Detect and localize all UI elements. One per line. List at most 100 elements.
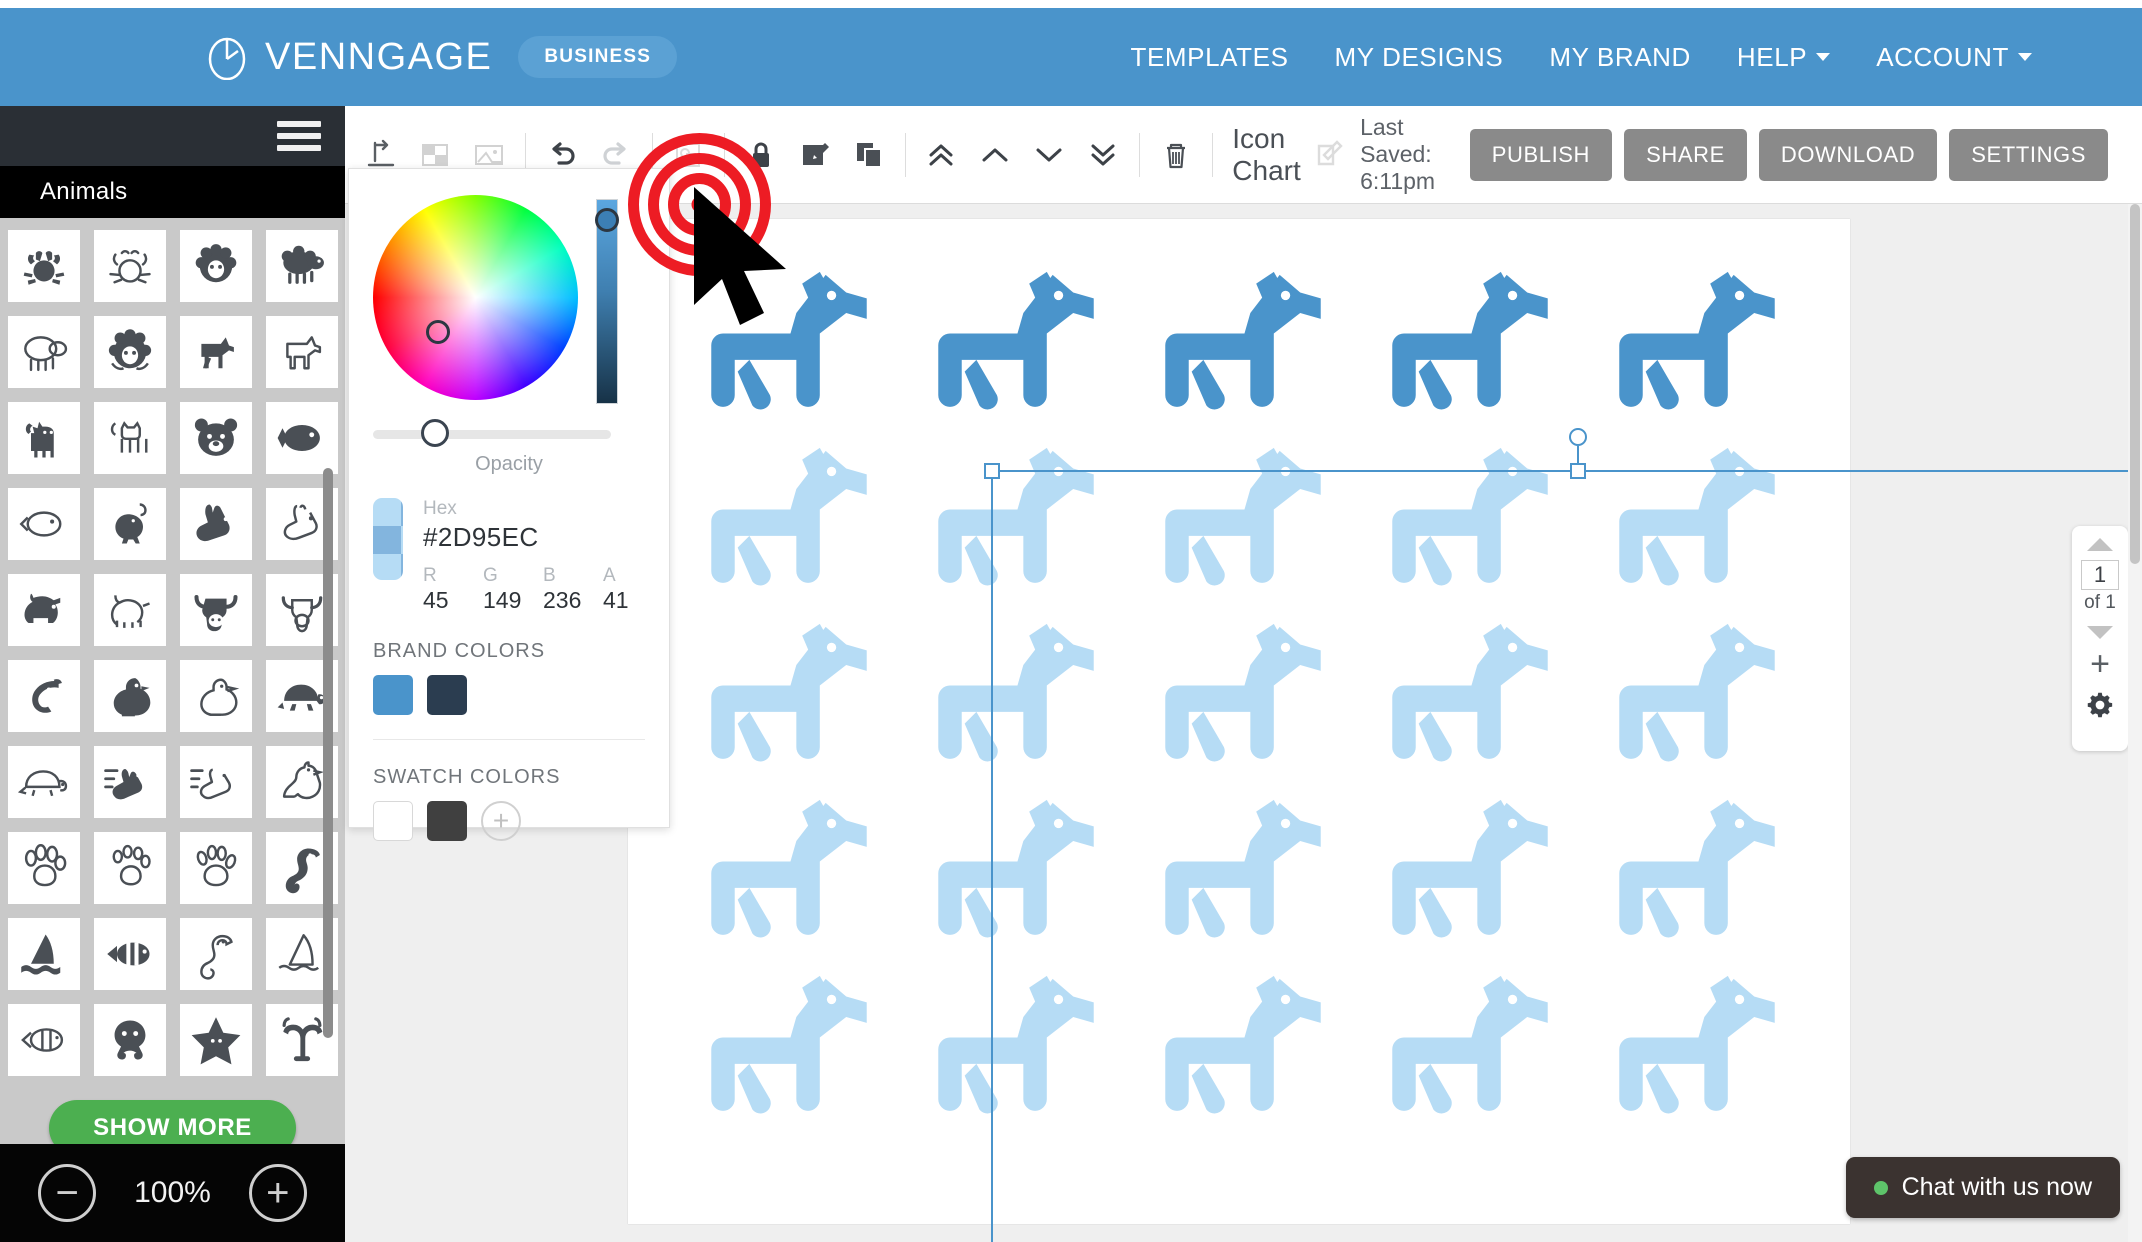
color-values-row: Hex #2D95EC R G B A 45 149 236 41 — [373, 498, 645, 614]
hex-value[interactable]: #2D95EC — [423, 522, 645, 553]
channel-value-a[interactable]: 41 — [603, 587, 645, 614]
chat-widget-button[interactable]: Chat with us now — [1845, 1157, 2120, 1218]
divider — [373, 739, 645, 740]
icon-rabbit-filled[interactable] — [179, 488, 252, 560]
icon-shrimp-filled[interactable] — [7, 660, 80, 732]
zoom-in-button[interactable]: + — [248, 1164, 307, 1222]
brightness-slider-knob[interactable] — [595, 208, 619, 232]
brightness-slider[interactable] — [595, 199, 619, 404]
zoom-control-bar: − 100% + — [0, 1144, 345, 1242]
canvas-vertical-scrollbar[interactable] — [2128, 204, 2142, 1242]
icon-pig-filled[interactable] — [7, 574, 80, 646]
icon-crab-filled[interactable] — [7, 230, 80, 302]
icon-cat-outline[interactable] — [93, 402, 166, 474]
icon-bear-filled[interactable] — [179, 402, 252, 474]
brand-color-swatch-2[interactable] — [427, 675, 467, 715]
icon-chart[interactable] — [683, 269, 1803, 1149]
add-swatch-button[interactable]: + — [481, 801, 521, 841]
icon-sheep-outline[interactable] — [7, 316, 80, 388]
zoom-in-label: + — [266, 1171, 290, 1215]
icon-paw-small-outline[interactable] — [93, 832, 166, 904]
brand-name: VENNGAGE — [265, 35, 493, 78]
icon-dog-filled[interactable] — [179, 316, 252, 388]
icon-crab-outline[interactable] — [93, 230, 166, 302]
channel-value-g[interactable]: 149 — [483, 587, 525, 614]
icon-turtle-outline[interactable] — [7, 746, 80, 818]
icon-sheep-face-filled[interactable] — [179, 230, 252, 302]
nav-account[interactable]: ACCOUNT — [1876, 42, 2032, 73]
sidebar-category-title: Animals — [0, 166, 345, 218]
document-title[interactable]: Icon Chart — [1232, 123, 1302, 187]
next-page-button[interactable] — [2087, 626, 2113, 639]
rgba-values: 45 149 236 41 — [423, 587, 645, 614]
nav-my-designs[interactable]: MY DESIGNS — [1335, 42, 1504, 73]
send-backward-icon[interactable] — [1027, 133, 1071, 177]
color-wheel-knob[interactable] — [426, 320, 450, 344]
add-page-button[interactable]: + — [2090, 647, 2110, 681]
gear-icon[interactable] — [2086, 691, 2114, 724]
download-button[interactable]: DOWNLOAD — [1758, 128, 1938, 181]
dog-icon-empty — [711, 447, 867, 586]
icon-duck-outline[interactable] — [179, 660, 252, 732]
icon-clownfish-filled[interactable] — [93, 918, 166, 990]
brand-logo-group[interactable]: VENNGAGE BUSINESS — [205, 34, 678, 81]
trash-icon[interactable] — [1154, 133, 1198, 177]
icon-clownfish-outline[interactable] — [7, 1004, 80, 1076]
icon-octopus-filled[interactable] — [93, 1004, 166, 1076]
icon-pig-outline[interactable] — [93, 574, 166, 646]
sidebar-scrollbar[interactable] — [323, 218, 333, 1182]
icon-fish-outline[interactable] — [7, 488, 80, 560]
design-page[interactable] — [628, 219, 1850, 1224]
nav-help-label: HELP — [1736, 41, 1808, 72]
bring-to-front-icon[interactable] — [919, 133, 963, 177]
previous-page-button[interactable] — [2087, 538, 2113, 551]
icon-shark-fin-filled[interactable] — [7, 918, 80, 990]
icon-seahorse-outline[interactable] — [179, 918, 252, 990]
icon-sheep-face-outline[interactable] — [93, 316, 166, 388]
color-picker-popover: Opacity Hex #2D95EC R G B A 45 149 236 4… — [348, 168, 670, 841]
icon-cat-filled[interactable] — [7, 402, 80, 474]
icon-duck-filled[interactable] — [93, 660, 166, 732]
edit-box-icon[interactable] — [793, 133, 837, 177]
publish-button[interactable]: PUBLISH — [1469, 128, 1613, 181]
sidebar-scrollbar-thumb[interactable] — [323, 468, 333, 1038]
icon-chart-row — [683, 269, 1803, 445]
nav-templates[interactable]: TEMPLATES — [1130, 42, 1288, 73]
icon-starfish-filled[interactable] — [179, 1004, 252, 1076]
icon-paw-claws-outline[interactable] — [179, 832, 252, 904]
hamburger-icon[interactable] — [277, 115, 321, 157]
swatch-color-1[interactable] — [373, 801, 413, 841]
lock-icon[interactable] — [739, 133, 783, 177]
bring-forward-icon[interactable] — [973, 133, 1017, 177]
crop-icon[interactable] — [666, 133, 710, 177]
opacity-slider-knob[interactable] — [421, 419, 449, 447]
color-wheel[interactable] — [373, 195, 578, 400]
channel-value-r[interactable]: 45 — [423, 587, 465, 614]
rename-icon[interactable] — [1314, 133, 1346, 177]
send-to-back-icon[interactable] — [1081, 133, 1125, 177]
icon-cow-filled[interactable] — [179, 574, 252, 646]
icon-rabbit-running-outline[interactable] — [179, 746, 252, 818]
opacity-slider[interactable] — [373, 419, 611, 447]
dog-icon-filled — [1619, 271, 1775, 410]
settings-button[interactable]: SETTINGS — [1949, 128, 2109, 181]
icon-paw-outline[interactable] — [7, 832, 80, 904]
swatch-color-2[interactable] — [427, 801, 467, 841]
zoom-out-button[interactable]: − — [38, 1164, 97, 1222]
page-number-input[interactable]: 1 — [2081, 560, 2119, 590]
canvas-scrollbar-thumb[interactable] — [2130, 204, 2140, 564]
channel-label-r: R — [423, 565, 437, 586]
channel-label-g: G — [483, 565, 498, 586]
nav-my-brand[interactable]: MY BRAND — [1549, 42, 1691, 73]
brand-color-swatch-1[interactable] — [373, 675, 413, 715]
icon-chart-row — [683, 797, 1803, 973]
share-button[interactable]: SHARE — [1624, 128, 1747, 181]
toolbar-action-buttons: PUBLISH SHARE DOWNLOAD SETTINGS — [1469, 128, 2142, 181]
icon-bird-filled[interactable] — [93, 488, 166, 560]
duplicate-icon[interactable] — [847, 133, 891, 177]
nav-help[interactable]: HELP — [1736, 41, 1831, 73]
icon-rabbit-running-filled[interactable] — [93, 746, 166, 818]
dog-icon-empty — [1392, 447, 1548, 586]
channel-value-b[interactable]: 236 — [543, 587, 585, 614]
dog-icon-empty — [938, 447, 1094, 586]
